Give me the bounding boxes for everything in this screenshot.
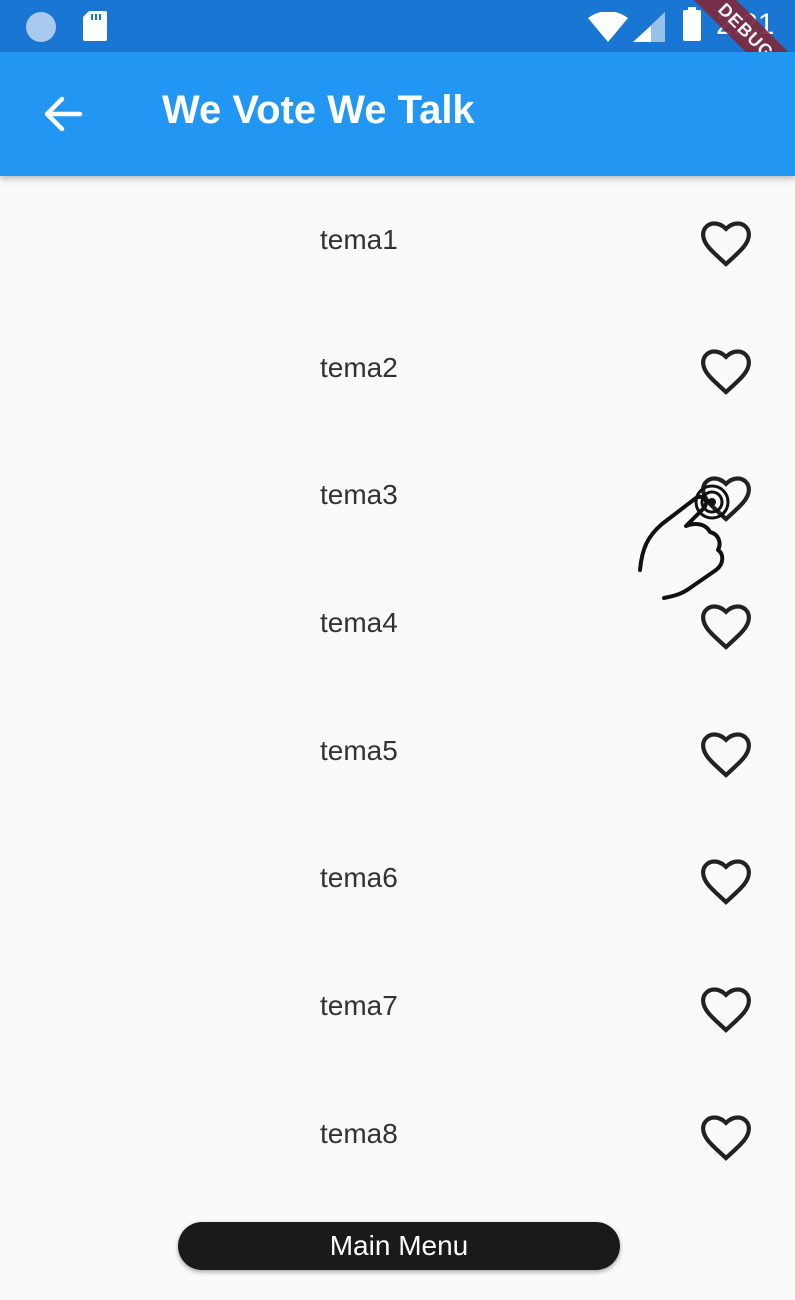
arrow-back-icon [44,96,83,132]
list-item-tema1[interactable]: tema1 [0,176,795,304]
loading-icon [26,12,56,42]
signal-icon [633,12,665,47]
heart-outline-icon [701,221,751,267]
favorite-button[interactable] [698,727,754,783]
list-item-tema2[interactable]: tema2 [0,304,795,432]
list-item-label: tema7 [320,990,398,1022]
status-bar: 2:21 DEBUG [0,0,795,109]
heart-outline-icon [701,349,751,395]
page-title: We Vote We Talk [162,88,475,132]
heart-outline-icon [701,859,751,906]
main-menu-button[interactable]: Main Menu [178,1222,620,1270]
list-item-label: tema4 [320,607,398,639]
topic-list: tema1 tema2 tema3 tema4 tema5 tema6 tema… [0,176,795,1198]
sd-card-icon [83,11,107,41]
wifi-icon [588,11,628,47]
list-item-tema7[interactable]: tema7 [0,942,795,1070]
heart-outline-icon [701,1115,751,1161]
list-item-label: tema1 [320,224,398,255]
list-item-label: tema2 [320,351,398,383]
list-item-label: tema8 [320,1117,398,1149]
favorite-button[interactable] [698,216,754,272]
back-button[interactable] [30,82,94,146]
list-item-label: tema5 [320,734,398,766]
favorite-button[interactable] [698,854,754,910]
list-item-tema5[interactable]: tema5 [0,687,795,815]
heart-outline-icon [701,987,751,1034]
tap-gesture-icon [600,460,760,620]
favorite-button[interactable] [698,1110,754,1166]
favorite-button[interactable] [698,982,754,1038]
list-item-tema6[interactable]: tema6 [0,814,795,942]
battery-icon [683,7,701,41]
list-item-label: tema3 [320,479,398,511]
favorite-button[interactable] [698,344,754,400]
app-bar: We Vote We Talk [0,52,795,176]
heart-outline-icon [701,732,751,778]
list-item-label: tema6 [320,862,398,894]
list-item-tema8[interactable]: tema8 [0,1070,795,1198]
